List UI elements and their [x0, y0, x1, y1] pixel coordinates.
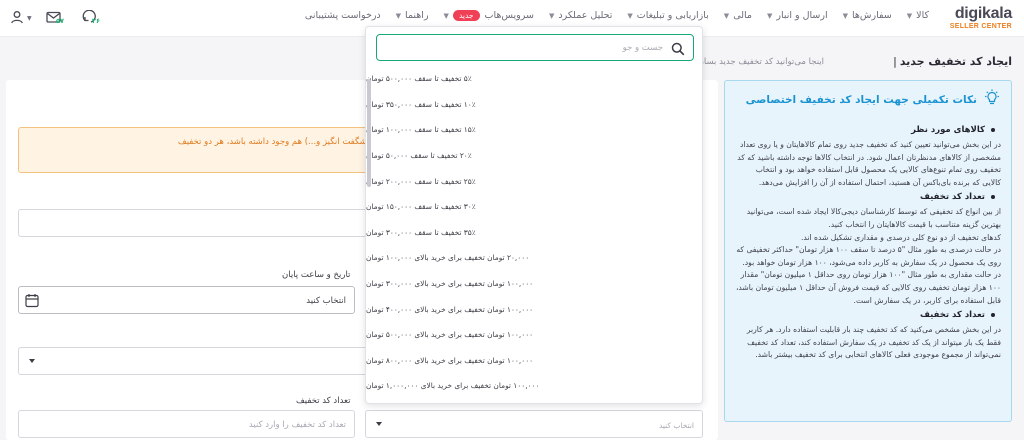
- nav-label: سفارش‌ها: [852, 10, 892, 21]
- dropdown-search-input[interactable]: جست و جو: [376, 34, 694, 61]
- end-datetime-label: تاریخ و ساعت پایان: [282, 270, 351, 280]
- nav-label: سرویس‌هاب: [484, 10, 534, 21]
- nav-item-marketing[interactable]: بازاریابی و تبلیغات ▼: [627, 10, 708, 21]
- nav-label: تحلیل عملکرد: [558, 10, 613, 21]
- dropdown-option[interactable]: ۱۰۰,۰۰۰ تومان تخفیف برای خرید بالای ۳۰۰,…: [366, 271, 702, 297]
- nav-label: کالا: [916, 10, 929, 21]
- title-separator: |: [893, 55, 897, 68]
- tip-heading: تعداد کد تخفیف: [735, 192, 1001, 202]
- notifications-button[interactable]: ۲۶: [82, 9, 104, 27]
- page-subtitle: اینجا می‌توانید کد تخفیف جدید بسازید.: [690, 57, 824, 67]
- nav-item-support[interactable]: درخواست پشتیبانی: [305, 10, 381, 21]
- chevron-down-icon: [376, 422, 382, 426]
- nav-item-products[interactable]: کالا ▼: [907, 10, 929, 21]
- tip-heading: تعداد کد تخفیف: [735, 310, 1001, 320]
- search-placeholder: جست و جو: [622, 43, 663, 53]
- chevron-down-icon: ▼: [906, 11, 913, 20]
- dropdown-scrollbar[interactable]: [367, 79, 371, 187]
- product-select-field[interactable]: انتخاب کنید: [365, 410, 703, 438]
- discount-count-placeholder: تعداد کد تخفیف را وارد کنید: [248, 420, 346, 430]
- dropdown-option[interactable]: ۵٪ تخفیف تا سقف ۵۰۰,۰۰۰ تومان: [366, 66, 702, 92]
- chevron-down-icon: ▼: [443, 11, 449, 20]
- dropdown-option[interactable]: ۱۰٪ تخفیف تا سقف ۳۵۰,۰۰۰ تومان: [366, 92, 702, 118]
- user-menu[interactable]: ▼: [10, 9, 32, 27]
- chevron-down-icon: ▼: [27, 14, 32, 22]
- nav-label: درخواست پشتیبانی: [304, 10, 381, 21]
- campaign-warning-alert: در صورتی که کالاهای انتخابی شما در کمپین…: [18, 127, 378, 173]
- search-icon: [671, 41, 685, 60]
- tips-title: نکات تکمیلی جهت ایجاد کد تخفیف اختصاصی: [745, 94, 977, 106]
- top-icons: ▼ ۵۷ ۲۶: [10, 9, 104, 27]
- tip-paragraph: کدهای تخفیف از دو نوع کلی درصدی و مقداری…: [800, 232, 1001, 242]
- notifications-count: ۲۶: [92, 17, 100, 25]
- discount-select-field[interactable]: [18, 347, 368, 375]
- tips-header: نکات تکمیلی جهت ایجاد کد تخفیف اختصاصی: [735, 89, 1001, 111]
- page-title-text: ایجاد کد تخفیف جدید: [899, 55, 1012, 68]
- nav-item-analytics[interactable]: تحلیل عملکرد ▼: [549, 10, 612, 21]
- tip-paragraph: در حالت درصدی به طور مثال "۵ درصد تا سقف…: [736, 245, 1001, 267]
- user-icon: [10, 9, 24, 28]
- tip-paragraph: از بین انواع کد تخفیفی که توسط کارشناسان…: [746, 207, 1001, 229]
- nav-label: مالی: [733, 10, 752, 21]
- chevron-down-icon: ▼: [395, 11, 402, 20]
- messages-count: ۵۷: [56, 17, 64, 25]
- chevron-down-icon: ▼: [548, 11, 555, 20]
- discount-count-input[interactable]: تعداد کد تخفیف را وارد کنید: [18, 410, 355, 438]
- dropdown-option[interactable]: ۲۰٪ تخفیف تا سقف ۵۰,۰۰۰ تومان: [366, 143, 702, 169]
- dropdown-option[interactable]: ۱۰۰,۰۰۰ تومان تخفیف برای خرید بالای ۵۰۰,…: [366, 322, 702, 348]
- nav-item-orders[interactable]: سفارش‌ها ▼: [843, 10, 892, 21]
- calendar-icon[interactable]: [25, 293, 39, 312]
- tip-heading: کالاهای مورد نظر: [735, 125, 1001, 135]
- logo-name: digikala: [954, 5, 1012, 22]
- dropdown-option[interactable]: ۱۰۰,۰۰۰ تومان تخفیف برای خرید بالای ۴۰۰,…: [366, 296, 702, 322]
- tip-paragraph: در این بخش مشخص می‌کنید که کد تخفیف چند …: [746, 325, 1001, 360]
- nav-item-help[interactable]: راهنما ▼: [396, 10, 429, 21]
- alert-text: در صورتی که کالاهای انتخابی شما در کمپین…: [177, 137, 377, 147]
- lightbulb-icon: [983, 89, 1001, 111]
- chevron-down-icon: ▼: [723, 11, 730, 20]
- dropdown-option[interactable]: ۱۵٪ تخفیف تا سقف ۱۰۰,۰۰۰ تومان: [366, 117, 702, 143]
- chevron-down-icon: ▼: [842, 11, 849, 20]
- end-datetime-value: انتخاب کنید: [306, 296, 346, 306]
- nav-label: راهنما: [405, 10, 429, 21]
- tip-paragraph: در این بخش می‌توانید تعیین کنید که تخفیف…: [737, 140, 1001, 187]
- tip-paragraph: در حالت مقداری به طور مثال "۱۰۰ هزار توم…: [735, 270, 1001, 305]
- dropdown-option[interactable]: ۳۵٪ تخفیف تا سقف ۳۰۰,۰۰۰ تومان: [366, 220, 702, 246]
- main-menu: کالا ▼ سفارش‌ها ▼ ارسال و انبار ▼ مالی ▼ باز…: [290, 10, 929, 21]
- new-badge: جدید: [452, 10, 480, 21]
- text-input[interactable]: [18, 209, 378, 237]
- dropdown-option[interactable]: ۲۰,۰۰۰ تومان تخفیف برای خرید بالای ۱۰۰,۰…: [366, 245, 702, 271]
- dropdown-options: ۵٪ تخفیف تا سقف ۵۰۰,۰۰۰ تومان ۱۰٪ تخفیف …: [366, 66, 702, 399]
- discount-count-label: تعداد کد تخفیف: [296, 396, 351, 406]
- chevron-down-icon: ▼: [627, 11, 633, 20]
- digikala-logo[interactable]: digikala SELLER CENTER: [932, 5, 1013, 31]
- select-placeholder: انتخاب کنید: [658, 421, 694, 430]
- chevron-down-icon: ▼: [766, 11, 773, 20]
- page-title: ایجاد کد تخفیف جدید|: [890, 55, 1012, 68]
- nav-label: بازاریابی و تبلیغات: [636, 10, 709, 21]
- end-datetime-field[interactable]: انتخاب کنید: [18, 286, 355, 314]
- nav-item-servicehub[interactable]: سرویس‌هاب جدید ▼: [444, 10, 534, 21]
- chevron-down-icon: [29, 359, 35, 363]
- dropdown-option[interactable]: ۳۰٪ تخفیف تا سقف ۱۵۰,۰۰۰ تومان: [366, 194, 702, 220]
- nav-item-finance[interactable]: مالی ▼: [724, 10, 752, 21]
- dropdown-option[interactable]: ۲۵٪ تخفیف تا سقف ۲۰۰,۰۰۰ تومان: [366, 168, 702, 194]
- messages-button[interactable]: ۵۷: [46, 9, 68, 27]
- discount-type-dropdown[interactable]: جست و جو ۵٪ تخفیف تا سقف ۵۰۰,۰۰۰ تومان ۱…: [365, 26, 703, 404]
- nav-item-shipping[interactable]: ارسال و انبار ▼: [767, 10, 828, 21]
- tips-panel: نکات تکمیلی جهت ایجاد کد تخفیف اختصاصی ک…: [724, 80, 1012, 422]
- dropdown-option[interactable]: ۱۰۰,۰۰۰ تومان تخفیف برای خرید بالای ۸۰۰,…: [366, 348, 702, 374]
- nav-label: ارسال و انبار: [776, 10, 828, 21]
- logo-subtitle: SELLER CENTER: [949, 23, 1012, 30]
- dropdown-option[interactable]: ۱۰۰,۰۰۰ تومان تخفیف برای خرید بالای ۱,۰۰…: [366, 373, 702, 399]
